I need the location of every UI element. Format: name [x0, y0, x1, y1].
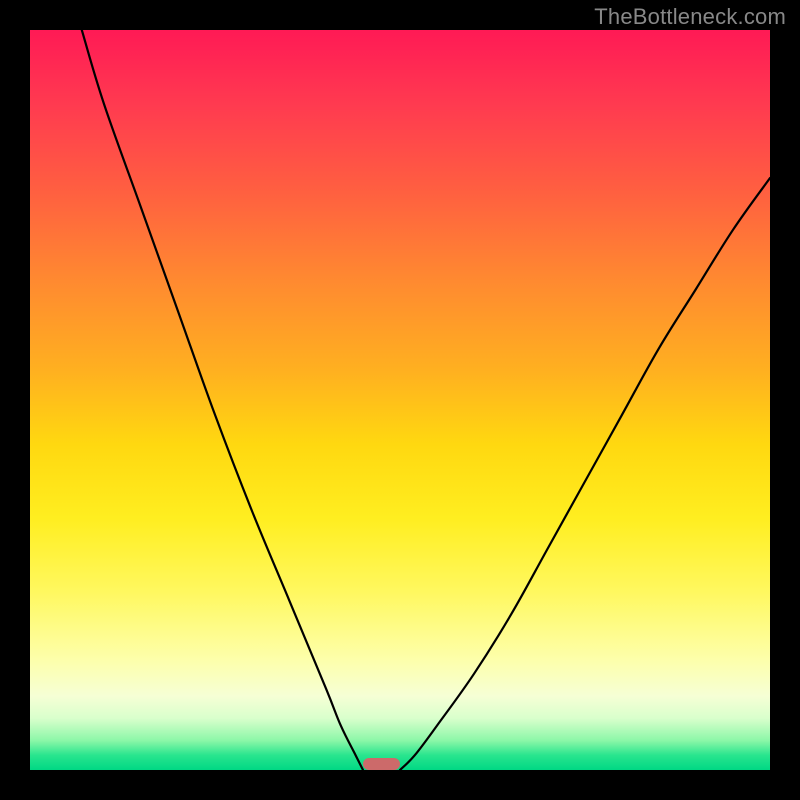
plot-area: [30, 30, 770, 770]
optimal-marker: [363, 758, 400, 770]
bottleneck-curve: [30, 30, 770, 770]
chart-root: TheBottleneck.com: [0, 0, 800, 800]
watermark-text: TheBottleneck.com: [594, 4, 786, 30]
curve-left-branch: [82, 30, 363, 770]
curve-right-branch: [400, 178, 770, 770]
